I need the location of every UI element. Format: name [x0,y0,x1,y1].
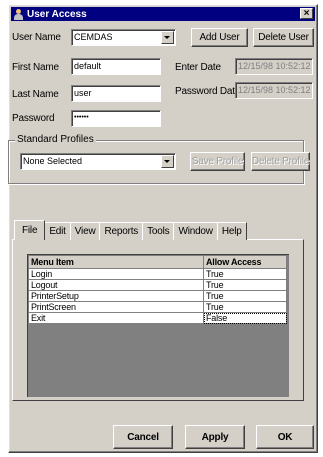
allow-access-cell[interactable]: True [203,279,287,291]
chevron-down-icon[interactable] [161,155,174,168]
menu-tabs: File Edit View Reports Tools Window Help [14,220,247,240]
profile-value: None Selected [23,156,83,166]
window-title: User Access [27,8,87,20]
first-name-label: First Name [12,62,59,73]
tab-view[interactable]: View [69,222,101,240]
last-name-label: Last Name [12,89,59,100]
enter-date-field: 12/15/98 10:52:12 [235,58,313,75]
save-profile-button[interactable]: Save Profile [190,152,245,171]
user-name-label: User Name [12,32,61,43]
user-name-combo[interactable]: CEMDAS [71,29,176,46]
allow-access-cell[interactable]: True [203,290,287,302]
menu-item-cell: Exit [28,312,204,324]
cancel-button[interactable]: Cancel [113,425,173,449]
table-row[interactable]: Logout True [28,279,287,291]
tab-tools[interactable]: Tools [142,222,175,240]
tab-window[interactable]: Window [173,222,218,240]
tab-edit[interactable]: Edit [44,222,71,240]
allow-access-cell[interactable]: False [203,312,287,324]
title-bar[interactable]: User Access × [11,7,315,21]
menu-item-cell: PrintScreen [28,301,204,313]
password-label: Password [12,113,55,124]
user-icon [13,8,24,20]
close-button[interactable]: × [300,8,313,19]
tab-reports[interactable]: Reports [99,222,144,240]
apply-button[interactable]: Apply [185,425,245,449]
user-name-value: CEMDAS [74,32,113,42]
menu-access-table: Menu Item Allow Access Login True Logout… [28,255,287,324]
table-header: Menu Item Allow Access [28,255,287,269]
menu-item-cell: Login [28,268,204,280]
allow-access-cell[interactable]: True [203,301,287,313]
last-name-field[interactable]: user [71,85,161,102]
table-row[interactable]: Login True [28,268,287,280]
column-header-menu-item[interactable]: Menu Item [28,255,204,269]
tab-file[interactable]: File [14,220,46,240]
tab-help[interactable]: Help [216,222,247,240]
table-row[interactable]: Exit False [28,312,287,324]
group-title: Standard Profiles [15,134,96,145]
delete-user-button[interactable]: Delete User [253,28,314,47]
add-user-button[interactable]: Add User [191,28,248,47]
column-header-allow-access[interactable]: Allow Access [203,255,287,269]
menu-item-cell: Logout [28,279,204,291]
table-row[interactable]: PrintScreen True [28,301,287,313]
enter-date-label: Enter Date [175,62,221,73]
chevron-down-icon[interactable] [161,31,174,44]
menu-item-cell: PrinterSetup [28,290,204,302]
menu-access-grid[interactable]: Menu Item Allow Access Login True Logout… [27,254,289,397]
ok-button[interactable]: OK [256,425,314,449]
profile-combo[interactable]: None Selected [20,153,176,170]
password-date-label: Password Date [175,86,241,97]
password-field[interactable]: •••••• [71,110,161,127]
table-row[interactable]: PrinterSetup True [28,290,287,302]
first-name-field[interactable]: default [71,58,161,75]
password-date-field: 12/15/98 10:52:12 [235,82,313,99]
allow-access-cell[interactable]: True [203,268,287,280]
delete-profile-button[interactable]: Delete Profile [251,152,310,171]
